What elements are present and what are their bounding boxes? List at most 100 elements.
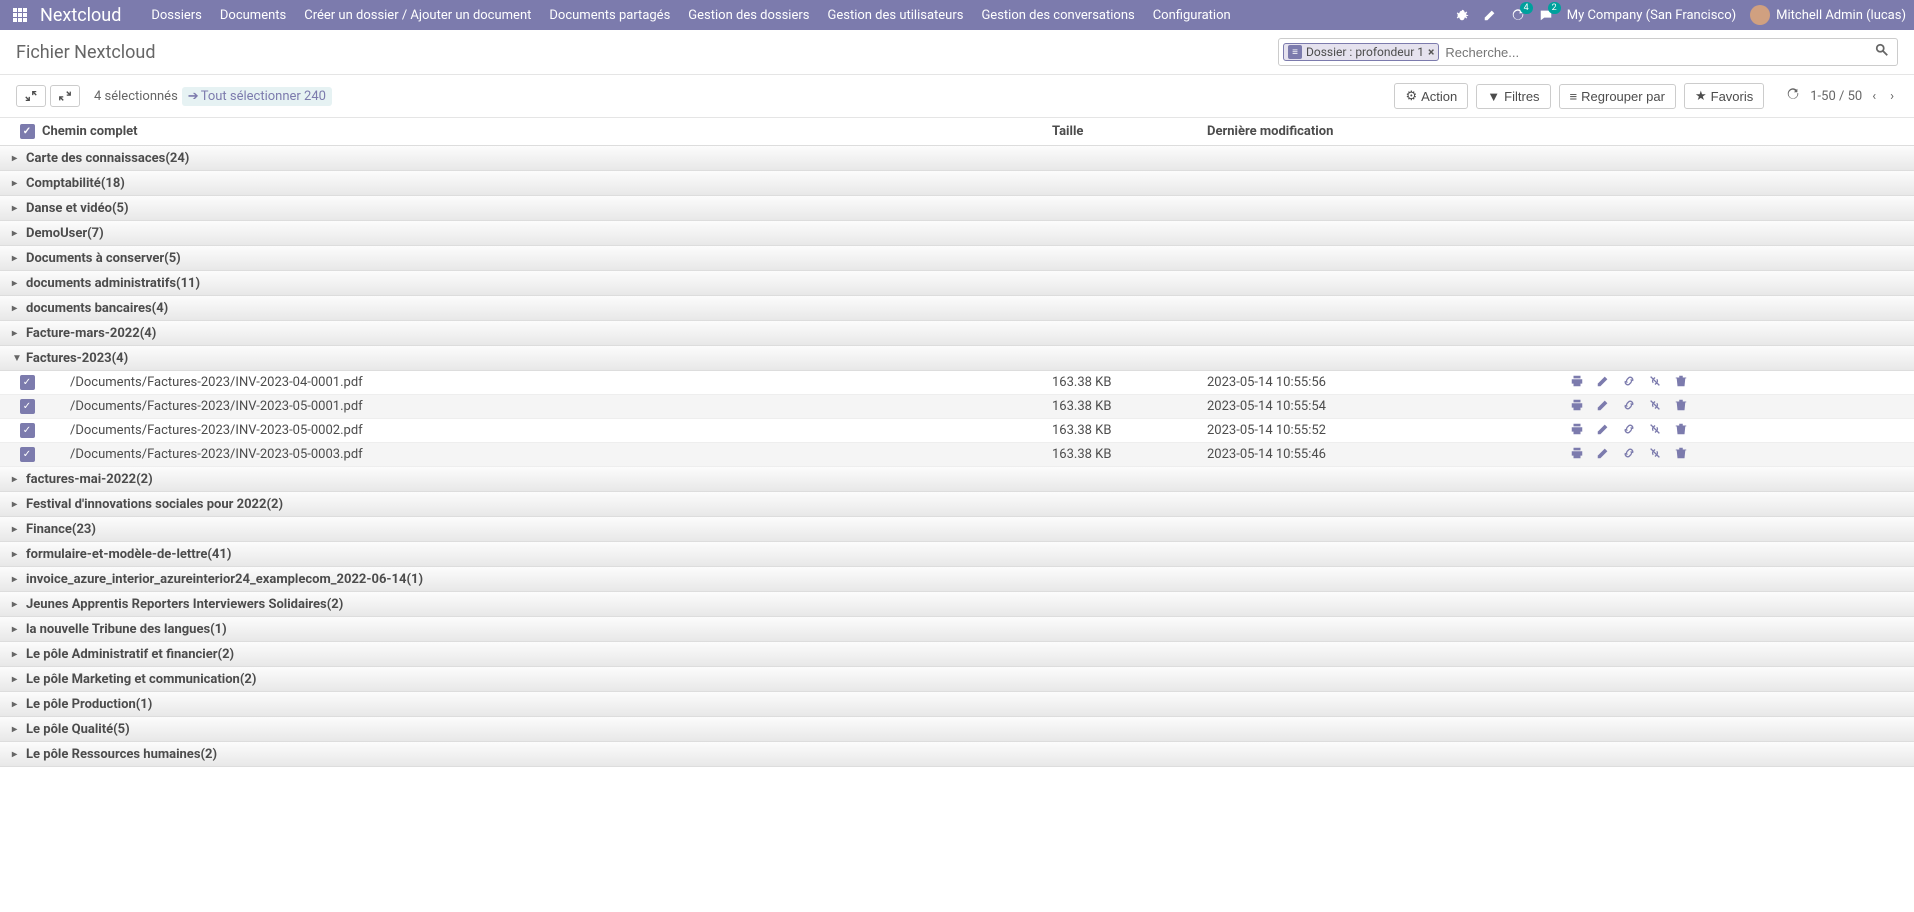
apps-menu-icon[interactable]	[8, 3, 32, 27]
edit-icon[interactable]	[1596, 422, 1610, 439]
company-selector[interactable]: My Company (San Francisco)	[1567, 8, 1736, 23]
pager-next-icon[interactable]: ›	[1886, 87, 1898, 106]
menu-folders[interactable]: Gestion des dossiers	[688, 8, 809, 23]
group-count: (2)	[266, 497, 283, 512]
select-all-link[interactable]: ➔Tout sélectionner 240	[182, 87, 332, 106]
file-date: 2023-05-14 10:55:56	[1207, 375, 1562, 390]
unlink-icon[interactable]	[1648, 374, 1662, 391]
filters-button[interactable]: ▼Filtres	[1476, 84, 1550, 109]
group-row[interactable]: ▸Le pôle Ressources humaines (2)	[0, 742, 1914, 767]
filter-tag-remove-icon[interactable]: ×	[1428, 45, 1434, 59]
group-row[interactable]: ▸documents bancaires (4)	[0, 296, 1914, 321]
edit-icon[interactable]	[1596, 446, 1610, 463]
edit-icon[interactable]	[1596, 374, 1610, 391]
file-row[interactable]: /Documents/Factures-2023/INV-2023-05-000…	[0, 395, 1914, 419]
group-row[interactable]: ▸Le pôle Marketing et communication (2)	[0, 667, 1914, 692]
group-row[interactable]: ▸invoice_azure_interior_azureinterior24_…	[0, 567, 1914, 592]
menu-shared[interactable]: Documents partagés	[549, 8, 670, 23]
file-row[interactable]: /Documents/Factures-2023/INV-2023-05-000…	[0, 419, 1914, 443]
trash-icon[interactable]	[1674, 398, 1688, 415]
print-icon[interactable]	[1570, 422, 1584, 439]
menu-documents[interactable]: Documents	[220, 8, 286, 23]
group-row[interactable]: ▸Le pôle Qualité (5)	[0, 717, 1914, 742]
group-label: Danse et vidéo	[26, 201, 112, 216]
pager-text[interactable]: 1-50 / 50	[1810, 89, 1862, 104]
menu-dossiers[interactable]: Dossiers	[151, 8, 202, 23]
print-icon[interactable]	[1570, 446, 1584, 463]
expand-icon[interactable]	[16, 85, 46, 107]
unlink-icon[interactable]	[1648, 446, 1662, 463]
group-row[interactable]: ▸Facture-mars-2022 (4)	[0, 321, 1914, 346]
group-row[interactable]: ▸la nouvelle Tribune des langues (1)	[0, 617, 1914, 642]
row-checkbox[interactable]	[20, 423, 35, 438]
trash-icon[interactable]	[1674, 374, 1688, 391]
unlink-icon[interactable]	[1648, 422, 1662, 439]
file-date: 2023-05-14 10:55:54	[1207, 399, 1562, 414]
view-header: Fichier Nextcloud ≡ Dossier : profondeur…	[0, 30, 1914, 75]
groupby-button[interactable]: ≡Regrouper par	[1559, 84, 1676, 109]
row-checkbox[interactable]	[20, 375, 35, 390]
menu-config[interactable]: Configuration	[1153, 8, 1231, 23]
group-label: Finance	[26, 522, 72, 537]
print-icon[interactable]	[1570, 374, 1584, 391]
group-row[interactable]: ▼Factures-2023 (4)	[0, 346, 1914, 371]
link-icon[interactable]	[1622, 422, 1636, 439]
group-count: (7)	[87, 226, 104, 241]
group-row[interactable]: ▸formulaire-et-modèle-de-lettre (41)	[0, 542, 1914, 567]
link-icon[interactable]	[1622, 446, 1636, 463]
group-label: factures-mai-2022	[26, 472, 136, 487]
trash-icon[interactable]	[1674, 422, 1688, 439]
row-checkbox[interactable]	[20, 447, 35, 462]
group-label: la nouvelle Tribune des langues	[26, 622, 210, 637]
group-row[interactable]: ▸Carte des connaissaces (24)	[0, 146, 1914, 171]
user-name: Mitchell Admin (lucas)	[1776, 8, 1906, 23]
group-row[interactable]: ▸Le pôle Administratif et financier (2)	[0, 642, 1914, 667]
action-button[interactable]: ⚙Action	[1394, 83, 1468, 109]
refresh-icon[interactable]: 4	[1511, 8, 1525, 22]
trash-icon[interactable]	[1674, 446, 1688, 463]
group-row[interactable]: ▸Documents à conserver (5)	[0, 246, 1914, 271]
pager-refresh-icon[interactable]	[1782, 85, 1804, 107]
user-menu[interactable]: Mitchell Admin (lucas)	[1750, 5, 1906, 25]
group-label: Le pôle Qualité	[26, 722, 113, 737]
select-all-checkbox[interactable]	[20, 124, 35, 139]
edit-icon[interactable]	[1483, 8, 1497, 22]
print-icon[interactable]	[1570, 398, 1584, 415]
file-row[interactable]: /Documents/Factures-2023/INV-2023-04-000…	[0, 371, 1914, 395]
group-row[interactable]: ▸DemoUser (7)	[0, 221, 1914, 246]
group-row[interactable]: ▸Comptabilité (18)	[0, 171, 1914, 196]
group-count: (2)	[218, 647, 235, 662]
row-checkbox[interactable]	[20, 399, 35, 414]
table-body: ▸Carte des connaissaces (24)▸Comptabilit…	[0, 146, 1914, 767]
favorites-button[interactable]: ★Favoris	[1684, 83, 1764, 109]
menu-users[interactable]: Gestion des utilisateurs	[827, 8, 963, 23]
link-icon[interactable]	[1622, 398, 1636, 415]
caret-right-icon: ▸	[12, 649, 24, 660]
group-row[interactable]: ▸factures-mai-2022 (2)	[0, 467, 1914, 492]
group-row[interactable]: ▸Finance (23)	[0, 517, 1914, 542]
col-header-size[interactable]: Taille	[1052, 124, 1207, 139]
refresh-badge: 4	[1520, 2, 1533, 14]
group-row[interactable]: ▸Festival d'innovations sociales pour 20…	[0, 492, 1914, 517]
link-icon[interactable]	[1622, 374, 1636, 391]
group-row[interactable]: ▸Le pôle Production (1)	[0, 692, 1914, 717]
col-header-modified[interactable]: Dernière modification	[1207, 124, 1562, 139]
pager-prev-icon[interactable]: ‹	[1868, 87, 1880, 106]
collapse-icon[interactable]	[50, 85, 80, 107]
file-row[interactable]: /Documents/Factures-2023/INV-2023-05-000…	[0, 443, 1914, 467]
edit-icon[interactable]	[1596, 398, 1610, 415]
col-header-path[interactable]: Chemin complet	[42, 124, 1052, 139]
group-row[interactable]: ▸Jeunes Apprentis Reporters Interviewers…	[0, 592, 1914, 617]
group-row[interactable]: ▸Danse et vidéo (5)	[0, 196, 1914, 221]
unlink-icon[interactable]	[1648, 398, 1662, 415]
menu-conversations[interactable]: Gestion des conversations	[981, 8, 1134, 23]
search-filter-tag[interactable]: ≡ Dossier : profondeur 1 ×	[1283, 43, 1439, 61]
bug-icon[interactable]	[1455, 8, 1469, 22]
menu-create[interactable]: Créer un dossier / Ajouter un document	[304, 8, 531, 23]
group-row[interactable]: ▸documents administratifs (11)	[0, 271, 1914, 296]
search-input[interactable]	[1439, 45, 1871, 60]
search-box[interactable]: ≡ Dossier : profondeur 1 ×	[1278, 38, 1898, 66]
brand-title[interactable]: Nextcloud	[40, 5, 121, 26]
search-icon[interactable]	[1871, 43, 1893, 61]
chat-icon[interactable]: 2	[1539, 8, 1553, 22]
